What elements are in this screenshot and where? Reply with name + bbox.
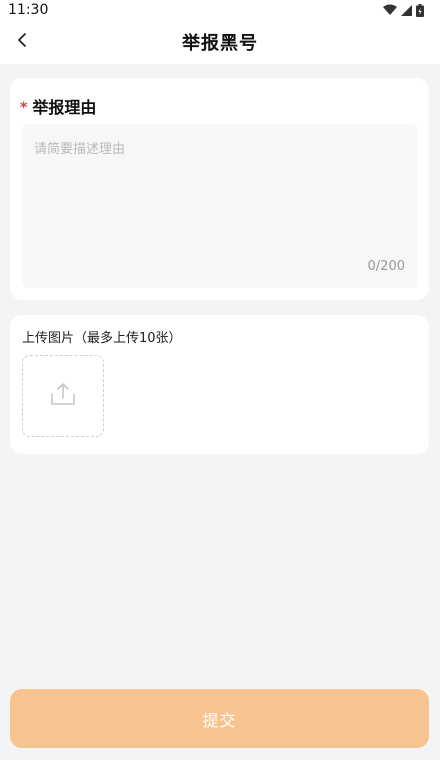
reason-textarea[interactable] (22, 124, 417, 288)
upload-image-button[interactable] (22, 355, 104, 437)
upload-icon (50, 382, 76, 410)
reason-textarea-wrap: 0/200 (22, 124, 417, 288)
status-bar: 11:30 (0, 0, 440, 20)
required-mark: * (20, 100, 28, 116)
chevron-left-icon (16, 32, 28, 52)
upload-label: 上传图片（最多上传10张） (22, 331, 182, 346)
screen: 11:30 举报黑号 * 举报理由 请简要描述理由 0/200 上传图片（最多上… (0, 0, 440, 760)
signal-icon (401, 4, 412, 16)
upload-card: 上传图片（最多上传10张） (10, 315, 429, 454)
reason-card: * 举报理由 0/200 (10, 78, 429, 300)
reason-label-text: 举报理由 (32, 98, 97, 117)
wifi-icon (383, 4, 397, 16)
page-title: 举报黑号 (182, 33, 258, 54)
reason-label: * 举报理由 (20, 94, 96, 118)
nav-bar: 举报黑号 (0, 20, 440, 64)
char-counter: 0/200 (367, 259, 405, 274)
battery-icon (416, 3, 424, 17)
back-button[interactable] (8, 28, 36, 56)
status-icons (383, 3, 424, 17)
status-time: 11:30 (8, 2, 49, 18)
submit-button[interactable]: 提交 (10, 689, 429, 748)
